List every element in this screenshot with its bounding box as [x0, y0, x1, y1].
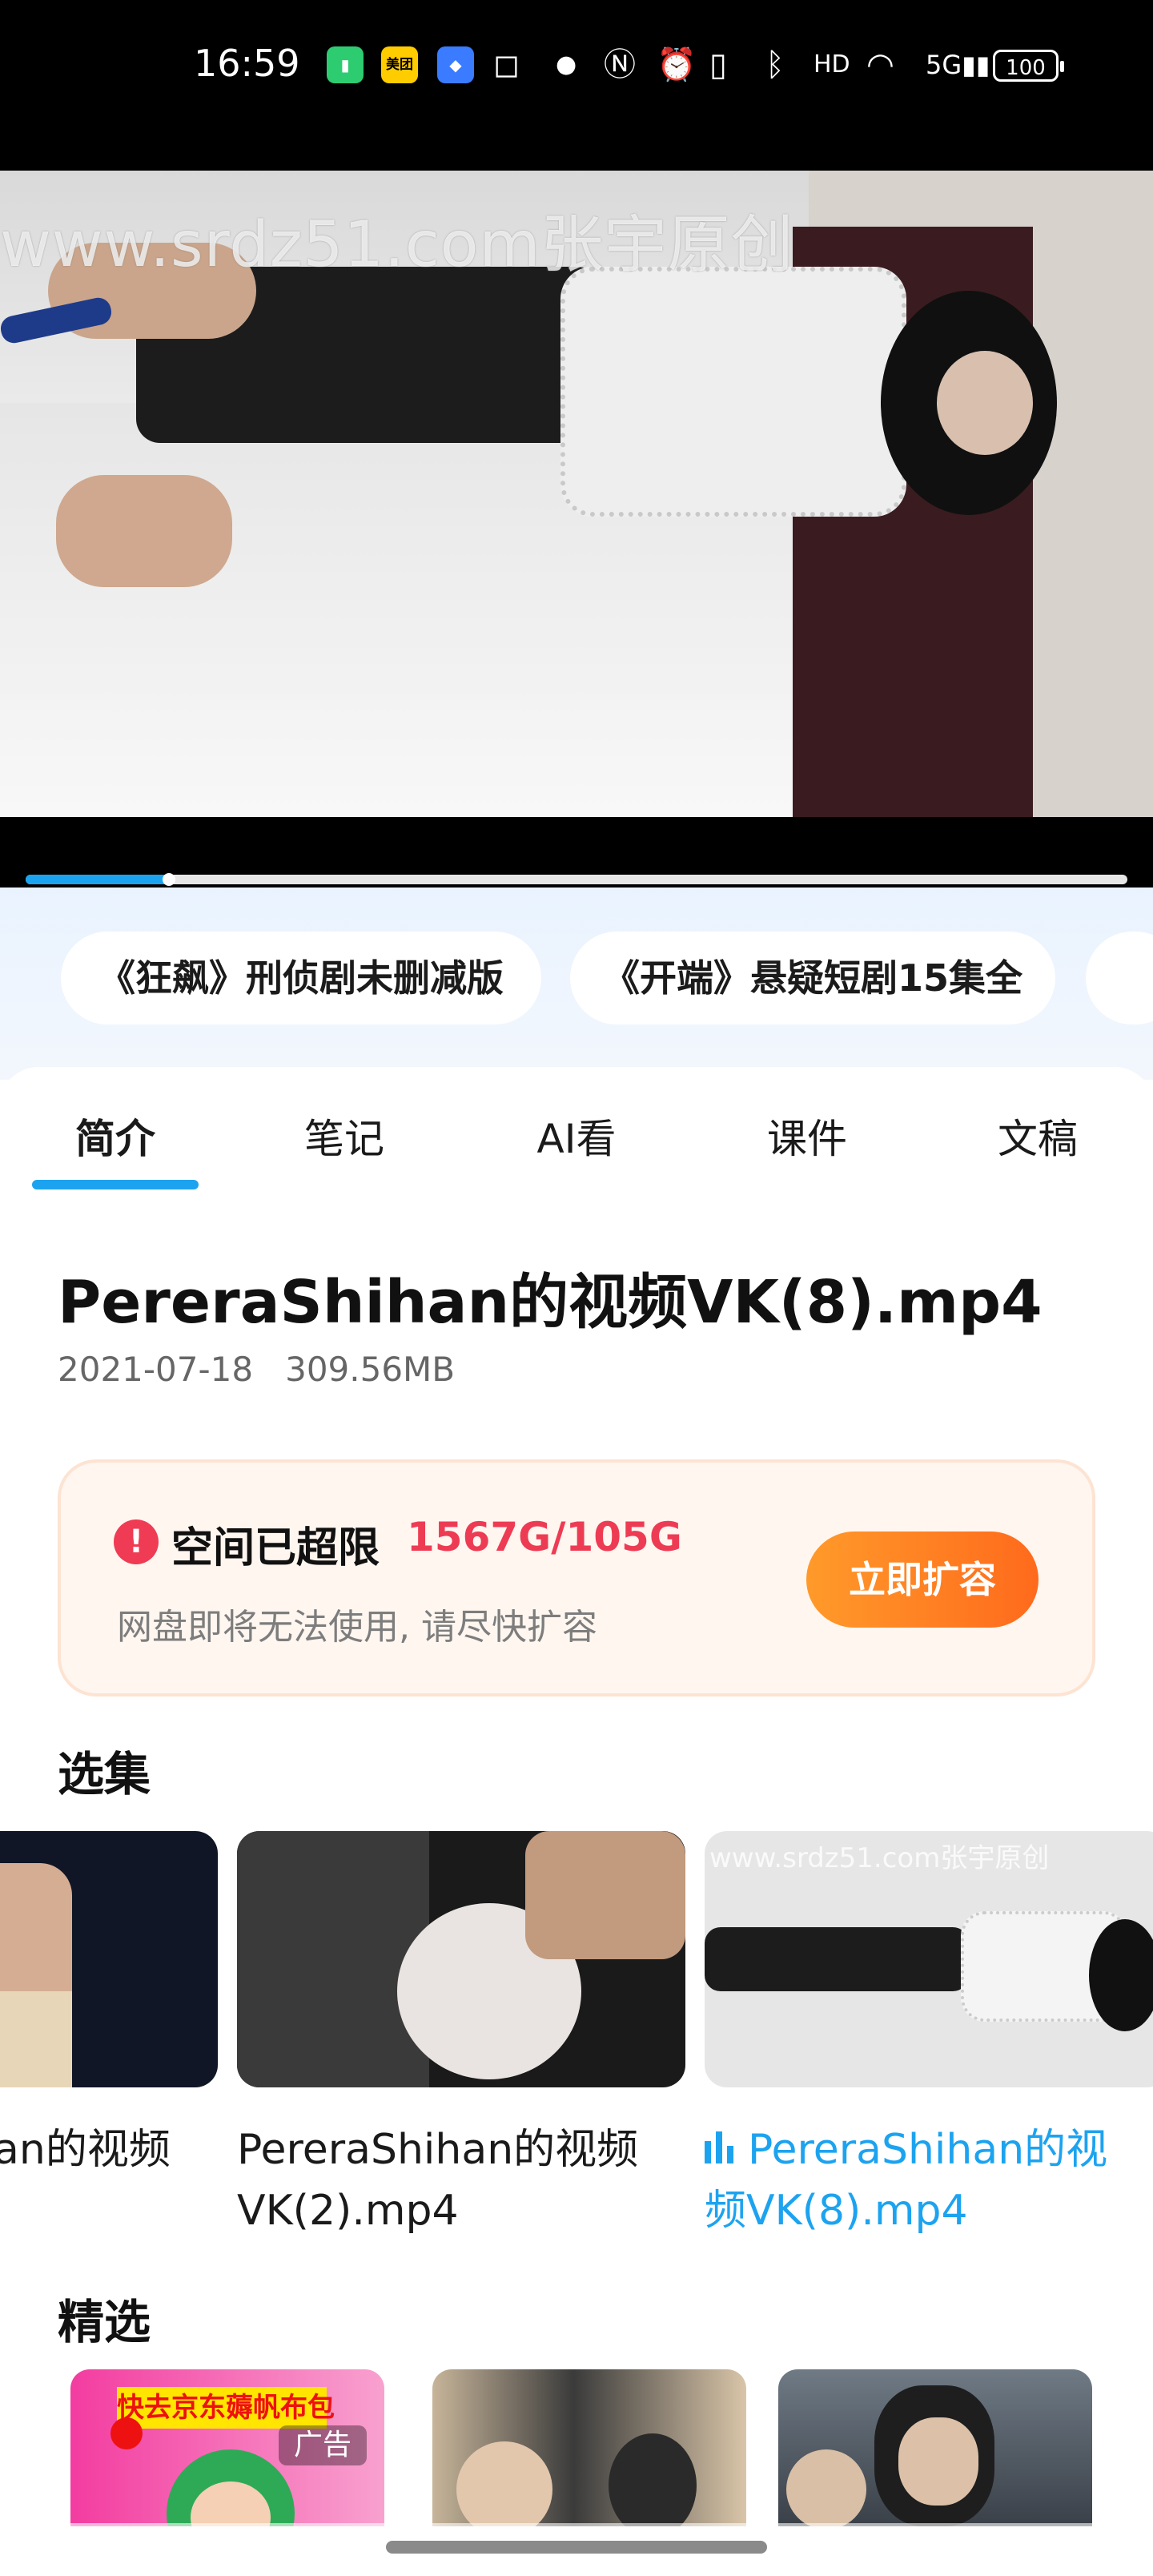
- episode-thumbnail[interactable]: [237, 1831, 685, 2087]
- nfc-icon: Ⓝ: [604, 46, 636, 83]
- home-indicator[interactable]: [386, 2541, 767, 2554]
- episode-thumbnail[interactable]: [0, 1831, 218, 2087]
- alert-description: 网盘即将无法使用, 请尽快扩容: [117, 1607, 597, 1648]
- video-progress-track[interactable]: [26, 875, 1127, 884]
- video-progress-thumb[interactable]: [163, 873, 175, 886]
- video-player[interactable]: www.srdz51.com张宇原创: [0, 171, 1153, 817]
- file-date: 2021-07-18: [58, 1350, 254, 1389]
- featured-ad-card[interactable]: 快去京东薅帆布包 广告: [70, 2369, 384, 2526]
- episode-label[interactable]: PereraShihan的视频 VK(2).mp4: [237, 2119, 685, 2241]
- meituan-app-icon: 美团: [381, 46, 418, 83]
- warning-icon: !: [114, 1519, 159, 1564]
- alarm-icon: ⏰: [657, 46, 697, 83]
- alert-title: 空间已超限: [171, 1524, 380, 1572]
- recommend-chip[interactable]: 《开端》悬疑短剧15集全: [570, 932, 1055, 1024]
- jd-logo-icon: [110, 2417, 143, 2449]
- tab-courseware[interactable]: 课件: [735, 1107, 879, 1165]
- instagram-icon: ◻: [493, 46, 520, 83]
- wifi-icon: ◠: [866, 46, 894, 83]
- ad-banner-text: 快去京东薅帆布包: [117, 2387, 335, 2429]
- bluetooth-icon: ᛒ: [765, 46, 785, 83]
- episodes-heading: 选集: [58, 1747, 151, 1801]
- battery-saver-icon: ▮: [327, 46, 364, 83]
- battery-indicator: 100: [993, 50, 1064, 82]
- now-playing-icon: [705, 2119, 738, 2180]
- tab-intro[interactable]: 简介: [43, 1107, 187, 1165]
- status-time: 16:59: [194, 42, 300, 85]
- video-progress-fill: [26, 875, 169, 884]
- episode-label[interactable]: an的视频: [0, 2119, 234, 2180]
- tab-notes[interactable]: 笔记: [272, 1107, 416, 1165]
- vibrate-icon: ▯: [709, 46, 728, 83]
- episode-thumbnail-current[interactable]: www.srdz51.com张宇原创: [705, 1831, 1153, 2087]
- featured-heading: 精选: [58, 2295, 151, 2349]
- signal-5g-icon: 5G▮▮: [926, 50, 990, 80]
- ad-label: 广告: [279, 2425, 367, 2465]
- featured-card[interactable]: [778, 2369, 1092, 2526]
- tab-active-indicator: [32, 1180, 199, 1189]
- featured-card[interactable]: [432, 2369, 746, 2526]
- status-bar: 16:59 ▮ 美团 ◆ ◻ ● Ⓝ ⏰ ▯ ᛒ HD ◠ 5G▮▮ 100: [0, 0, 1153, 171]
- episode-label-current[interactable]: PereraShihan的视 频VK(8).mp4: [705, 2119, 1153, 2241]
- episode-thumbnail-watermark: www.srdz51.com张宇原创: [709, 1842, 1050, 1874]
- app-icon: ◆: [437, 46, 474, 83]
- alert-quota: 1567G/105G: [407, 1514, 682, 1560]
- expand-storage-button[interactable]: 立即扩容: [806, 1532, 1039, 1628]
- recommend-chip[interactable]: 《狂飙》刑侦剧未删减版: [61, 932, 541, 1024]
- tab-ai-view[interactable]: AI看: [504, 1107, 649, 1165]
- tab-transcript[interactable]: 文稿: [966, 1107, 1110, 1165]
- file-title: PereraShihan的视频VK(8).mp4: [58, 1268, 1043, 1337]
- dot-icon: ●: [556, 50, 577, 78]
- file-size: 309.56MB: [285, 1350, 456, 1389]
- video-watermark: www.srdz51.com张宇原创: [0, 209, 794, 281]
- file-meta: 2021-07-18 309.56MB: [58, 1350, 455, 1389]
- hd-icon: HD: [814, 50, 850, 78]
